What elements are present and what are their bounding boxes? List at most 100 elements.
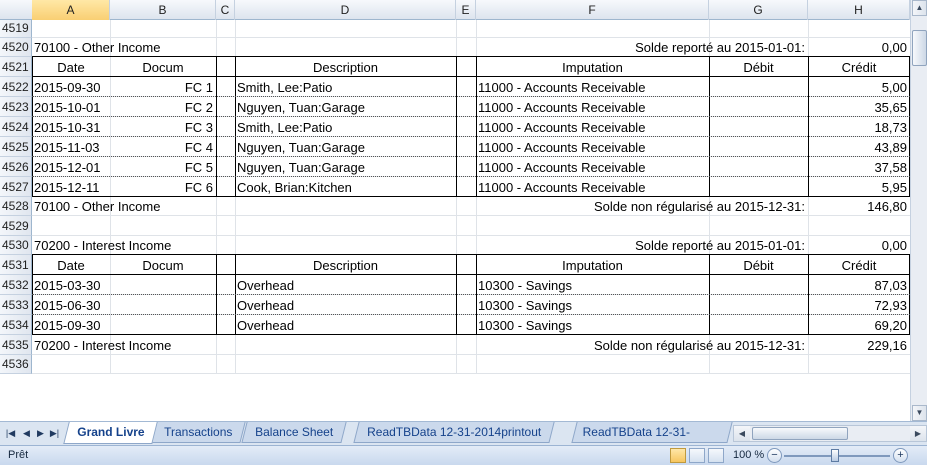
column-header-f[interactable]: F bbox=[476, 0, 709, 20]
column-title-credit[interactable]: Crédit bbox=[808, 255, 910, 275]
sheet-tab[interactable]: ReadTBData 12-31-2013p bbox=[571, 422, 733, 443]
column-title-docum[interactable]: Docum bbox=[110, 255, 216, 275]
balance-amount[interactable]: 0,00 bbox=[808, 38, 910, 57]
worksheet[interactable]: ABCDEFGH 4519 4520 4521 4522 4523 4524 4525 452… bbox=[0, 0, 927, 421]
column-title-imputation[interactable]: Imputation bbox=[476, 57, 709, 77]
txn-date[interactable]: 2015-12-01 bbox=[32, 157, 110, 177]
row-header[interactable]: 4532 bbox=[0, 275, 32, 295]
txn-debit[interactable] bbox=[709, 275, 808, 295]
txn-date[interactable]: 2015-09-30 bbox=[32, 315, 110, 335]
normal-view-icon[interactable] bbox=[670, 448, 686, 463]
row-header[interactable]: 4525 bbox=[0, 137, 32, 157]
balance-amount[interactable]: 146,80 bbox=[808, 197, 910, 216]
balance-label[interactable]: Solde reporté au 2015-01-01: bbox=[456, 38, 808, 57]
txn-credit[interactable]: 5,00 bbox=[808, 77, 910, 97]
horizontal-scroll-thumb[interactable] bbox=[752, 427, 848, 440]
balance-amount[interactable]: 229,16 bbox=[808, 335, 910, 355]
txn-credit[interactable]: 43,89 bbox=[808, 137, 910, 157]
txn-docum[interactable]: FC 5 bbox=[110, 157, 216, 177]
txn-credit[interactable]: 5,95 bbox=[808, 177, 910, 197]
column-header-c[interactable]: C bbox=[216, 0, 235, 20]
horizontal-scrollbar[interactable]: ◀ ▶ bbox=[733, 425, 927, 442]
balance-amount[interactable]: 0,00 bbox=[808, 236, 910, 255]
txn-docum[interactable]: FC 4 bbox=[110, 137, 216, 157]
txn-credit[interactable]: 87,03 bbox=[808, 275, 910, 295]
txn-docum[interactable]: FC 6 bbox=[110, 177, 216, 197]
zoom-out-icon[interactable]: − bbox=[767, 448, 782, 463]
txn-debit[interactable] bbox=[709, 117, 808, 137]
scroll-down-icon[interactable]: ▼ bbox=[912, 405, 927, 421]
txn-description[interactable]: Overhead bbox=[235, 295, 456, 315]
column-title-debit[interactable]: Débit bbox=[709, 255, 808, 275]
txn-docum[interactable]: FC 2 bbox=[110, 97, 216, 117]
row-header[interactable]: 4534 bbox=[0, 315, 32, 335]
row-header[interactable]: 4526 bbox=[0, 157, 32, 177]
txn-date[interactable]: 2015-11-03 bbox=[32, 137, 110, 157]
txn-debit[interactable] bbox=[709, 77, 808, 97]
txn-docum[interactable]: FC 1 bbox=[110, 77, 216, 97]
scroll-right-icon[interactable]: ▶ bbox=[910, 426, 926, 441]
vertical-scrollbar[interactable]: ▲ ▼ bbox=[910, 0, 927, 421]
column-header-e[interactable]: E bbox=[456, 0, 476, 20]
txn-date[interactable]: 2015-03-30 bbox=[32, 275, 110, 295]
row-header[interactable]: 4533 bbox=[0, 295, 32, 315]
column-header-h[interactable]: H bbox=[808, 0, 910, 20]
zoom-in-icon[interactable]: + bbox=[893, 448, 908, 463]
txn-description[interactable]: Nguyen, Tuan:Garage bbox=[235, 97, 456, 117]
balance-label[interactable]: Solde non régularisé au 2015-12-31: bbox=[456, 197, 808, 216]
txn-docum[interactable] bbox=[110, 275, 216, 295]
txn-date[interactable]: 2015-10-31 bbox=[32, 117, 110, 137]
txn-debit[interactable] bbox=[709, 295, 808, 315]
txn-imputation[interactable]: 11000 - Accounts Receivable bbox=[476, 97, 709, 117]
account-name[interactable]: 70100 - Other Income bbox=[32, 197, 235, 216]
scroll-left-icon[interactable]: ◀ bbox=[734, 426, 750, 441]
txn-imputation[interactable]: 11000 - Accounts Receivable bbox=[476, 137, 709, 157]
row-header[interactable]: 4527 bbox=[0, 177, 32, 197]
row-header[interactable]: 4529 bbox=[0, 216, 32, 236]
row-header[interactable]: 4523 bbox=[0, 97, 32, 117]
account-name[interactable]: 70100 - Other Income bbox=[32, 38, 235, 57]
txn-imputation[interactable]: 11000 - Accounts Receivable bbox=[476, 157, 709, 177]
row-header[interactable]: 4520 bbox=[0, 38, 32, 57]
txn-description[interactable]: Smith, Lee:Patio bbox=[235, 77, 456, 97]
txn-imputation[interactable]: 11000 - Accounts Receivable bbox=[476, 117, 709, 137]
txn-credit[interactable]: 72,93 bbox=[808, 295, 910, 315]
column-header-a[interactable]: A bbox=[32, 0, 110, 20]
txn-credit[interactable]: 18,73 bbox=[808, 117, 910, 137]
column-title-debit[interactable]: Débit bbox=[709, 57, 808, 77]
zoom-slider-thumb[interactable] bbox=[831, 449, 839, 462]
txn-docum[interactable] bbox=[110, 315, 216, 335]
zoom-level[interactable]: 100 % bbox=[733, 449, 764, 461]
txn-debit[interactable] bbox=[709, 97, 808, 117]
sheet-tab[interactable]: Grand Livre bbox=[63, 422, 159, 444]
row-header[interactable]: 4530 bbox=[0, 236, 32, 255]
row-header[interactable]: 4535 bbox=[0, 335, 32, 355]
first-sheet-icon[interactable]: |◀ bbox=[4, 426, 17, 440]
txn-description[interactable]: Nguyen, Tuan:Garage bbox=[235, 157, 456, 177]
balance-label[interactable]: Solde reporté au 2015-01-01: bbox=[456, 236, 808, 255]
txn-imputation[interactable]: 10300 - Savings bbox=[476, 295, 709, 315]
column-title-imputation[interactable]: Imputation bbox=[476, 255, 709, 275]
sheet-tab[interactable]: Balance Sheet bbox=[241, 422, 347, 443]
row-header[interactable]: 4536 bbox=[0, 355, 32, 374]
txn-description[interactable]: Overhead bbox=[235, 275, 456, 295]
txn-imputation[interactable]: 10300 - Savings bbox=[476, 275, 709, 295]
balance-label[interactable]: Solde non régularisé au 2015-12-31: bbox=[456, 335, 808, 355]
row-header[interactable]: 4531 bbox=[0, 255, 32, 275]
txn-docum[interactable] bbox=[110, 295, 216, 315]
page-break-view-icon[interactable] bbox=[708, 448, 724, 463]
txn-imputation[interactable]: 10300 - Savings bbox=[476, 315, 709, 335]
txn-debit[interactable] bbox=[709, 177, 808, 197]
txn-debit[interactable] bbox=[709, 137, 808, 157]
column-title-description[interactable]: Description bbox=[235, 57, 456, 77]
column-title-docum[interactable]: Docum bbox=[110, 57, 216, 77]
txn-imputation[interactable]: 11000 - Accounts Receivable bbox=[476, 77, 709, 97]
row-header[interactable]: 4522 bbox=[0, 77, 32, 97]
column-header-d[interactable]: D bbox=[235, 0, 456, 20]
txn-description[interactable]: Cook, Brian:Kitchen bbox=[235, 177, 456, 197]
row-header[interactable]: 4528 bbox=[0, 197, 32, 216]
column-title-credit[interactable]: Crédit bbox=[808, 57, 910, 77]
column-title-description[interactable]: Description bbox=[235, 255, 456, 275]
txn-date[interactable]: 2015-10-01 bbox=[32, 97, 110, 117]
txn-credit[interactable]: 37,58 bbox=[808, 157, 910, 177]
